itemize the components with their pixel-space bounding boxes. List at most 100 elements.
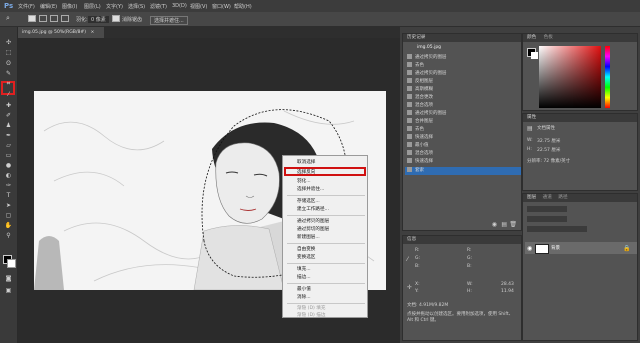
eraser-icon[interactable]: ▱ <box>4 142 13 149</box>
history-item[interactable]: 通过拷贝的图层 <box>407 70 447 78</box>
select-and-mask-button[interactable]: 选择并遮住... <box>150 16 188 25</box>
layer-name[interactable]: 背景 <box>551 245 560 251</box>
menu-file[interactable]: 文件(F) <box>18 3 35 10</box>
menu-item-deselect[interactable]: 取消选择 <box>297 159 315 165</box>
tab-swatches[interactable]: 色板 <box>544 35 553 40</box>
pen-tool-icon[interactable]: ✑ <box>4 182 13 189</box>
menu-item-make-work-path[interactable]: 建立工作路径... <box>297 206 329 212</box>
menu-item-minimum[interactable]: 最小值 <box>297 286 311 292</box>
history-snapshot[interactable]: img.05.jpg <box>417 44 441 52</box>
add-selection-icon[interactable] <box>39 15 47 22</box>
camera-icon[interactable]: ◉ <box>492 221 497 228</box>
history-item[interactable]: 快速选择 <box>407 134 433 142</box>
app-logo: Ps <box>4 2 14 10</box>
antialias-checkbox[interactable] <box>112 15 120 22</box>
eyedropper-icon[interactable]: ⁄ <box>4 91 13 98</box>
menu-type[interactable]: 文字(Y) <box>106 3 123 10</box>
lasso-tool-icon[interactable]: ʘ <box>4 60 13 67</box>
dodge-tool-icon[interactable]: ◐ <box>4 172 13 179</box>
info-panel-title: 信息 <box>403 236 521 244</box>
subtract-selection-icon[interactable] <box>50 15 58 22</box>
document-tab[interactable]: img.05.jpg @ 50%(RGB/8#) × <box>18 27 104 38</box>
blur-tool-icon[interactable]: ● <box>4 162 13 169</box>
menu-edit[interactable]: 编辑(E) <box>40 3 57 10</box>
menu-3d[interactable]: 3D(D) <box>172 3 187 9</box>
menu-select[interactable]: 选择(S) <box>128 3 145 10</box>
menu-item-new-layer[interactable]: 新建图层... <box>297 234 320 240</box>
history-item[interactable]: 去色 <box>407 62 424 70</box>
type-tool-icon[interactable]: T <box>4 192 13 199</box>
layer-filter-dropdown[interactable] <box>527 206 567 212</box>
menu-item-fill[interactable]: 填充... <box>297 266 311 272</box>
menu-item-eliminate[interactable]: 消除... <box>297 294 311 300</box>
menu-item-select-inverse[interactable]: 选择反向 <box>297 169 315 175</box>
menu-window[interactable]: 窗口(W) <box>212 3 231 10</box>
tab-layers[interactable]: 图层 <box>527 195 536 200</box>
tab-paths[interactable]: 路径 <box>558 195 567 200</box>
healing-brush-icon[interactable]: ✚ <box>4 102 13 109</box>
lock-options[interactable] <box>527 226 587 232</box>
menu-filter[interactable]: 滤镜(T) <box>150 3 167 10</box>
menu-help[interactable]: 帮助(H) <box>234 3 252 10</box>
color-field[interactable] <box>539 46 601 108</box>
menu-item-save-selection[interactable]: 存储选区... <box>297 198 320 204</box>
clone-stamp-icon[interactable]: ♟ <box>4 122 13 129</box>
history-item[interactable]: 混合选项 <box>407 150 433 158</box>
history-item[interactable]: 套索 <box>407 167 424 175</box>
blend-mode-dropdown[interactable] <box>527 216 567 222</box>
path-select-icon[interactable]: ➤ <box>4 202 13 209</box>
hand-tool-icon[interactable]: ✋ <box>4 222 13 229</box>
tab-channels[interactable]: 通道 <box>543 195 552 200</box>
history-item-label: 高斯模糊 <box>415 87 433 92</box>
quick-select-icon[interactable]: ✎ <box>4 70 13 77</box>
history-item[interactable]: 最小值 <box>407 142 429 150</box>
menu-layer[interactable]: 图层(L) <box>84 3 101 10</box>
history-panel: 历史记录 img.05.jpg 通过拷贝的图层 去色 通过拷贝的图层 反相图层 … <box>402 33 522 231</box>
history-item[interactable]: 高斯模糊 <box>407 86 433 94</box>
gradient-tool-icon[interactable]: ▭ <box>4 152 13 159</box>
menu-item-free-transform[interactable]: 自由变换 <box>297 246 315 252</box>
crop-tool-icon[interactable]: ⌗ <box>4 80 13 87</box>
history-item-label: 通过拷贝的图层 <box>415 55 447 60</box>
menu-item-layer-via-copy[interactable]: 通过拷贝的图层 <box>297 218 329 224</box>
background-color-swatch[interactable] <box>7 259 16 268</box>
info-b-label: B: <box>415 264 420 269</box>
screen-mode-icon[interactable]: ▣ <box>4 287 13 294</box>
history-item[interactable]: 合并图层 <box>407 118 433 126</box>
layer-row-background[interactable]: ◉ 背景 🔒 <box>525 242 637 254</box>
history-item[interactable]: 快速选择 <box>407 158 433 166</box>
zoom-tool-icon[interactable]: ⚲ <box>4 232 13 239</box>
menu-view[interactable]: 视图(V) <box>190 3 207 10</box>
menu-item-transform-selection[interactable]: 变换选区 <box>297 254 315 260</box>
move-tool-icon[interactable]: ✣ <box>4 39 13 46</box>
menu-item-stroke[interactable]: 描边... <box>297 274 311 280</box>
menu-item-feather[interactable]: 羽化... <box>297 178 311 184</box>
hue-slider[interactable] <box>605 46 610 108</box>
new-document-icon[interactable]: ▤ <box>501 221 507 228</box>
color-panel: 颜色 色板 <box>522 33 638 111</box>
info-panel: 信息 R: G: B: ⁄ R: G: B: X: Y: ✛ W: H: 28.… <box>402 235 522 341</box>
shape-tool-icon[interactable]: ▢ <box>4 212 13 219</box>
menu-item-layer-via-cut[interactable]: 通过剪切的图层 <box>297 226 329 232</box>
close-tab-icon[interactable]: × <box>91 30 95 35</box>
menu-image[interactable]: 图像(I) <box>62 3 77 10</box>
feather-input[interactable]: 0 像素 <box>88 16 109 23</box>
history-item[interactable]: 混合选项 <box>407 102 433 110</box>
tab-color[interactable]: 颜色 <box>527 35 536 40</box>
marquee-tool-icon[interactable]: ⬚ <box>4 49 13 56</box>
menu-item-select-and-mask[interactable]: 选择并遮住... <box>297 186 324 192</box>
quick-mask-icon[interactable]: ◙ <box>4 275 13 282</box>
lasso-options-icon[interactable]: ⌕ <box>6 14 10 23</box>
intersect-selection-icon[interactable] <box>61 15 69 22</box>
history-item[interactable]: 混合更改 <box>407 94 433 102</box>
history-brush-icon[interactable]: ✒ <box>4 132 13 139</box>
brush-tool-icon[interactable]: ✐ <box>4 112 13 119</box>
history-item[interactable]: 通过拷贝的图层 <box>407 110 447 118</box>
history-item[interactable]: 通过拷贝的图层 <box>407 54 447 62</box>
history-item[interactable]: 去色 <box>407 126 424 134</box>
bg-color-chip[interactable] <box>531 52 538 59</box>
history-item[interactable]: 反相图层 <box>407 78 433 86</box>
eye-icon[interactable]: ◉ <box>527 245 532 252</box>
new-selection-icon[interactable] <box>28 15 36 22</box>
trash-icon[interactable]: 🗑 <box>509 221 517 228</box>
